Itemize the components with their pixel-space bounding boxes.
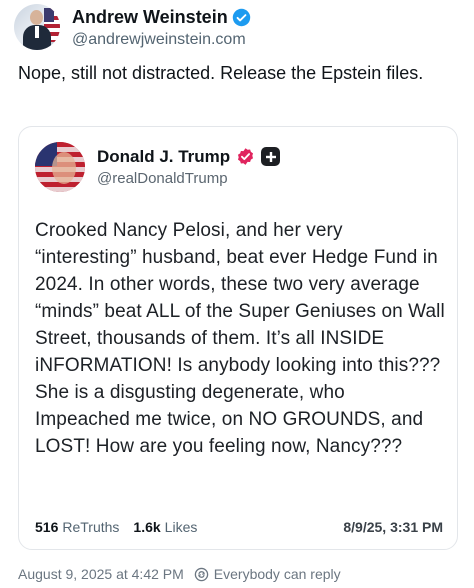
plus-glyph-icon <box>265 151 276 162</box>
quoted-post-text: Crooked Nancy Pelosi, and her very “inte… <box>35 220 445 457</box>
likes-label: Likes <box>164 519 198 535</box>
author-display-name-text[interactable]: Andrew Weinstein <box>72 6 228 28</box>
avatar-face <box>52 152 76 184</box>
reply-setting-label[interactable]: Everybody can reply <box>214 566 341 582</box>
quoted-post-card[interactable]: Donald J. Trump @realDonaldTrump Crooked <box>18 126 458 550</box>
quoted-post-date[interactable]: 8/9/25, 3:31 PM <box>343 519 443 535</box>
post-text: Nope, still not distracted. Release the … <box>18 63 424 83</box>
quoted-author-handle[interactable]: @realDonaldTrump <box>97 169 280 188</box>
quoted-author-names: Donald J. Trump @realDonaldTrump <box>97 146 281 188</box>
retruths-stat[interactable]: 516 ReTruths <box>35 519 119 535</box>
author-names: Andrew Weinstein @andrewjweinstein.com <box>72 6 251 50</box>
post-footer: August 9, 2025 at 4:42 PM Everybody can … <box>18 566 341 582</box>
quoted-author-avatar[interactable] <box>35 142 85 192</box>
avatar-head <box>30 10 43 25</box>
quoted-author-display-name-text[interactable]: Donald J. Trump <box>97 146 230 167</box>
post-timestamp[interactable]: August 9, 2025 at 4:42 PM <box>18 566 184 582</box>
author-avatar[interactable] <box>14 4 60 50</box>
likes-count: 1.6k <box>133 519 161 535</box>
author-handle[interactable]: @andrewjweinstein.com <box>72 30 251 50</box>
post-header: Andrew Weinstein @andrewjweinstein.com <box>14 4 251 52</box>
likes-stat[interactable]: 1.6k Likes <box>133 519 197 535</box>
retruths-label: ReTruths <box>62 519 120 535</box>
author-display-name[interactable]: Andrew Weinstein <box>72 6 251 28</box>
plus-badge-icon <box>261 147 281 166</box>
quoted-author-display-name[interactable]: Donald J. Trump <box>97 146 281 167</box>
avatar-tie <box>35 26 39 38</box>
post: Andrew Weinstein @andrewjweinstein.com N… <box>0 0 474 588</box>
verified-check-icon <box>232 8 250 26</box>
quoted-post-stats: 516 ReTruths 1.6k Likes 8/9/25, 3:31 PM <box>35 519 443 535</box>
quoted-post-header: Donald J. Trump @realDonaldTrump <box>35 142 281 192</box>
verified-badge-icon <box>238 148 254 165</box>
reply-setting-icon <box>194 567 209 581</box>
retruths-count: 516 <box>35 519 59 535</box>
